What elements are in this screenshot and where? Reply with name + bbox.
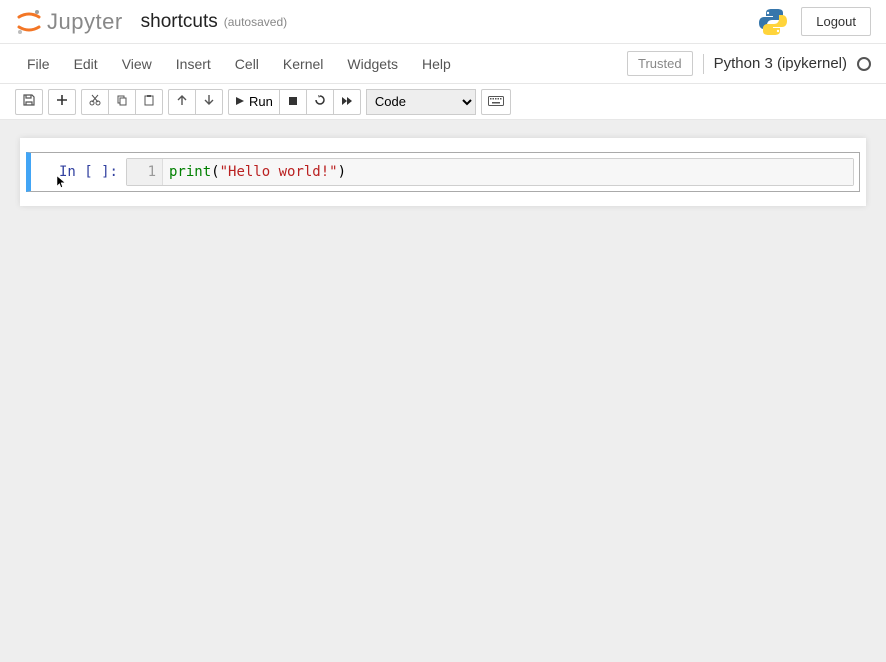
code-token-paren: ) bbox=[338, 164, 346, 180]
notebook-background: In [ ]: 1 print("Hello world!") bbox=[0, 120, 886, 662]
kernel-name[interactable]: Python 3 (ipykernel) bbox=[714, 55, 847, 72]
command-palette-button[interactable] bbox=[481, 89, 511, 115]
menubar: File Edit View Insert Cell Kernel Widget… bbox=[0, 44, 886, 84]
fast-forward-icon bbox=[341, 94, 353, 109]
line-number-gutter: 1 bbox=[127, 159, 163, 185]
input-area[interactable]: 1 print("Hello world!") bbox=[126, 158, 854, 186]
separator bbox=[703, 54, 704, 74]
logout-button[interactable]: Logout bbox=[801, 7, 871, 36]
code-cell[interactable]: In [ ]: 1 print("Hello world!") bbox=[26, 152, 860, 192]
header: Jupyter shortcuts (autosaved) Logout bbox=[0, 0, 886, 44]
play-icon bbox=[235, 94, 245, 109]
plus-icon bbox=[56, 94, 68, 109]
paste-icon bbox=[143, 94, 155, 109]
jupyter-logo-text: Jupyter bbox=[47, 9, 123, 35]
input-prompt: In [ ]: bbox=[36, 158, 126, 186]
copy-button[interactable] bbox=[108, 89, 136, 115]
keyboard-icon bbox=[488, 94, 504, 109]
move-up-button[interactable] bbox=[168, 89, 196, 115]
menu-help[interactable]: Help bbox=[410, 48, 463, 80]
jupyter-logo[interactable]: Jupyter bbox=[15, 8, 123, 36]
save-icon bbox=[22, 93, 36, 110]
jupyter-icon bbox=[15, 8, 43, 36]
kernel-idle-icon[interactable] bbox=[857, 57, 871, 71]
interrupt-button[interactable] bbox=[279, 89, 307, 115]
add-cell-button[interactable] bbox=[48, 89, 76, 115]
save-button[interactable] bbox=[15, 89, 43, 115]
menu-widgets[interactable]: Widgets bbox=[335, 48, 410, 80]
copy-icon bbox=[116, 94, 128, 109]
move-group bbox=[168, 89, 223, 115]
run-group: Run bbox=[228, 89, 361, 115]
trusted-indicator[interactable]: Trusted bbox=[627, 51, 693, 76]
move-down-button[interactable] bbox=[195, 89, 223, 115]
cut-button[interactable] bbox=[81, 89, 109, 115]
stop-icon bbox=[288, 94, 298, 109]
arrow-up-icon bbox=[177, 94, 187, 109]
code-token-paren: ( bbox=[211, 164, 219, 180]
python-icon bbox=[757, 6, 789, 38]
autosaved-label: (autosaved) bbox=[224, 15, 287, 29]
header-right: Logout bbox=[757, 6, 871, 38]
notebook-container: In [ ]: 1 print("Hello world!") bbox=[20, 138, 866, 206]
paste-button[interactable] bbox=[135, 89, 163, 115]
toolbar: Run Code bbox=[0, 84, 886, 120]
notebook-name[interactable]: shortcuts bbox=[141, 11, 218, 33]
code-token-string: "Hello world!" bbox=[220, 164, 338, 180]
cut-copy-paste-group bbox=[81, 89, 163, 115]
menu-edit[interactable]: Edit bbox=[62, 48, 110, 80]
menu-insert[interactable]: Insert bbox=[164, 48, 223, 80]
cell-type-select[interactable]: Code bbox=[366, 89, 476, 115]
restart-run-all-button[interactable] bbox=[333, 89, 361, 115]
menubar-right: Trusted Python 3 (ipykernel) bbox=[627, 51, 871, 76]
code-editor[interactable]: print("Hello world!") bbox=[163, 159, 853, 185]
menu-file[interactable]: File bbox=[15, 48, 62, 80]
run-button[interactable]: Run bbox=[228, 89, 280, 115]
menu-cell[interactable]: Cell bbox=[223, 48, 271, 80]
code-token-builtin: print bbox=[169, 164, 211, 180]
menu-view[interactable]: View bbox=[110, 48, 164, 80]
arrow-down-icon bbox=[204, 94, 214, 109]
cut-icon bbox=[89, 94, 101, 109]
run-label: Run bbox=[249, 94, 273, 109]
restart-icon bbox=[314, 94, 326, 109]
restart-button[interactable] bbox=[306, 89, 334, 115]
menu-kernel[interactable]: Kernel bbox=[271, 48, 335, 80]
